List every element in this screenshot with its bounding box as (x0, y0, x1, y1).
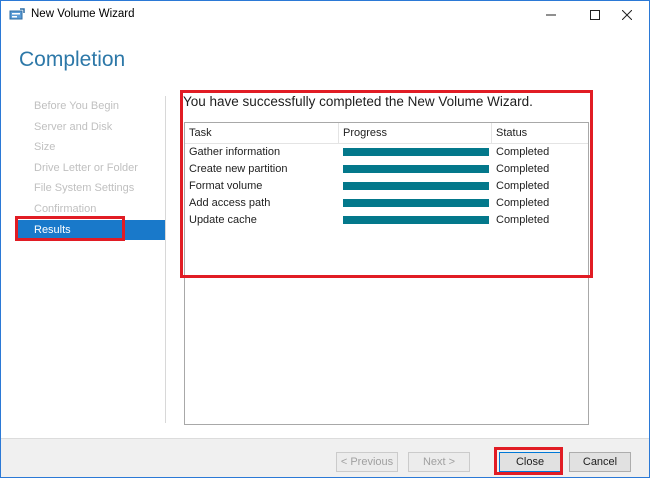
status-cell: Completed (496, 214, 550, 226)
status-cell: Completed (496, 197, 550, 209)
table-row[interactable]: Create new partition Completed (185, 161, 588, 178)
task-cell: Gather information (189, 146, 281, 158)
table-row[interactable]: Update cache Completed (185, 212, 588, 229)
table-row[interactable]: Add access path Completed (185, 195, 588, 212)
maximize-icon (590, 10, 600, 20)
status-cell: Completed (496, 146, 550, 158)
nav-item-file-system-settings[interactable]: File System Settings (17, 178, 165, 199)
close-button[interactable]: Close (499, 452, 561, 472)
progress-bar-fill (343, 216, 489, 224)
table-header: Task Progress Status (185, 123, 588, 144)
progress-bar (343, 216, 489, 224)
nav-item-before-you-begin[interactable]: Before You Begin (17, 96, 165, 117)
nav-item-server-and-disk[interactable]: Server and Disk (17, 117, 165, 138)
close-icon (622, 10, 632, 20)
cancel-button[interactable]: Cancel (569, 452, 631, 472)
task-cell: Format volume (189, 180, 263, 192)
column-header-task[interactable]: Task (185, 123, 339, 143)
page-title: Completion (19, 48, 126, 71)
wizard-steps-nav: Before You Begin Server and Disk Size Dr… (17, 96, 165, 241)
minimize-icon (546, 14, 556, 16)
close-window-button[interactable] (605, 1, 649, 29)
progress-bar (343, 165, 489, 173)
wizard-footer: < Previous Next > Close Cancel (1, 438, 649, 477)
minimize-button[interactable] (529, 1, 573, 29)
nav-divider (165, 96, 166, 423)
results-table[interactable]: Task Progress Status Gather information C… (184, 122, 589, 425)
previous-button[interactable]: < Previous (336, 452, 398, 472)
progress-bar (343, 148, 489, 156)
progress-bar-fill (343, 199, 489, 207)
nav-item-results[interactable]: Results (17, 219, 165, 241)
task-cell: Add access path (189, 197, 271, 209)
wizard-window: New Volume Wizard Completion Before You … (0, 0, 650, 478)
window-title: New Volume Wizard (31, 8, 135, 20)
success-message: You have successfully completed the New … (183, 94, 533, 109)
table-row[interactable]: Format volume Completed (185, 178, 588, 195)
task-cell: Create new partition (189, 163, 288, 175)
title-bar[interactable]: New Volume Wizard (1, 1, 649, 29)
progress-bar-fill (343, 182, 489, 190)
progress-bar-fill (343, 165, 489, 173)
nav-item-size[interactable]: Size (17, 137, 165, 158)
column-header-progress[interactable]: Progress (339, 123, 492, 143)
column-header-status[interactable]: Status (492, 123, 588, 143)
next-button[interactable]: Next > (408, 452, 470, 472)
progress-bar (343, 199, 489, 207)
status-cell: Completed (496, 180, 550, 192)
progress-bar (343, 182, 489, 190)
volume-wizard-icon (9, 7, 26, 22)
status-cell: Completed (496, 163, 550, 175)
progress-bar-fill (343, 148, 489, 156)
table-row[interactable]: Gather information Completed (185, 144, 588, 161)
nav-item-drive-letter[interactable]: Drive Letter or Folder (17, 158, 165, 179)
task-cell: Update cache (189, 214, 257, 226)
nav-item-confirmation[interactable]: Confirmation (17, 199, 165, 220)
